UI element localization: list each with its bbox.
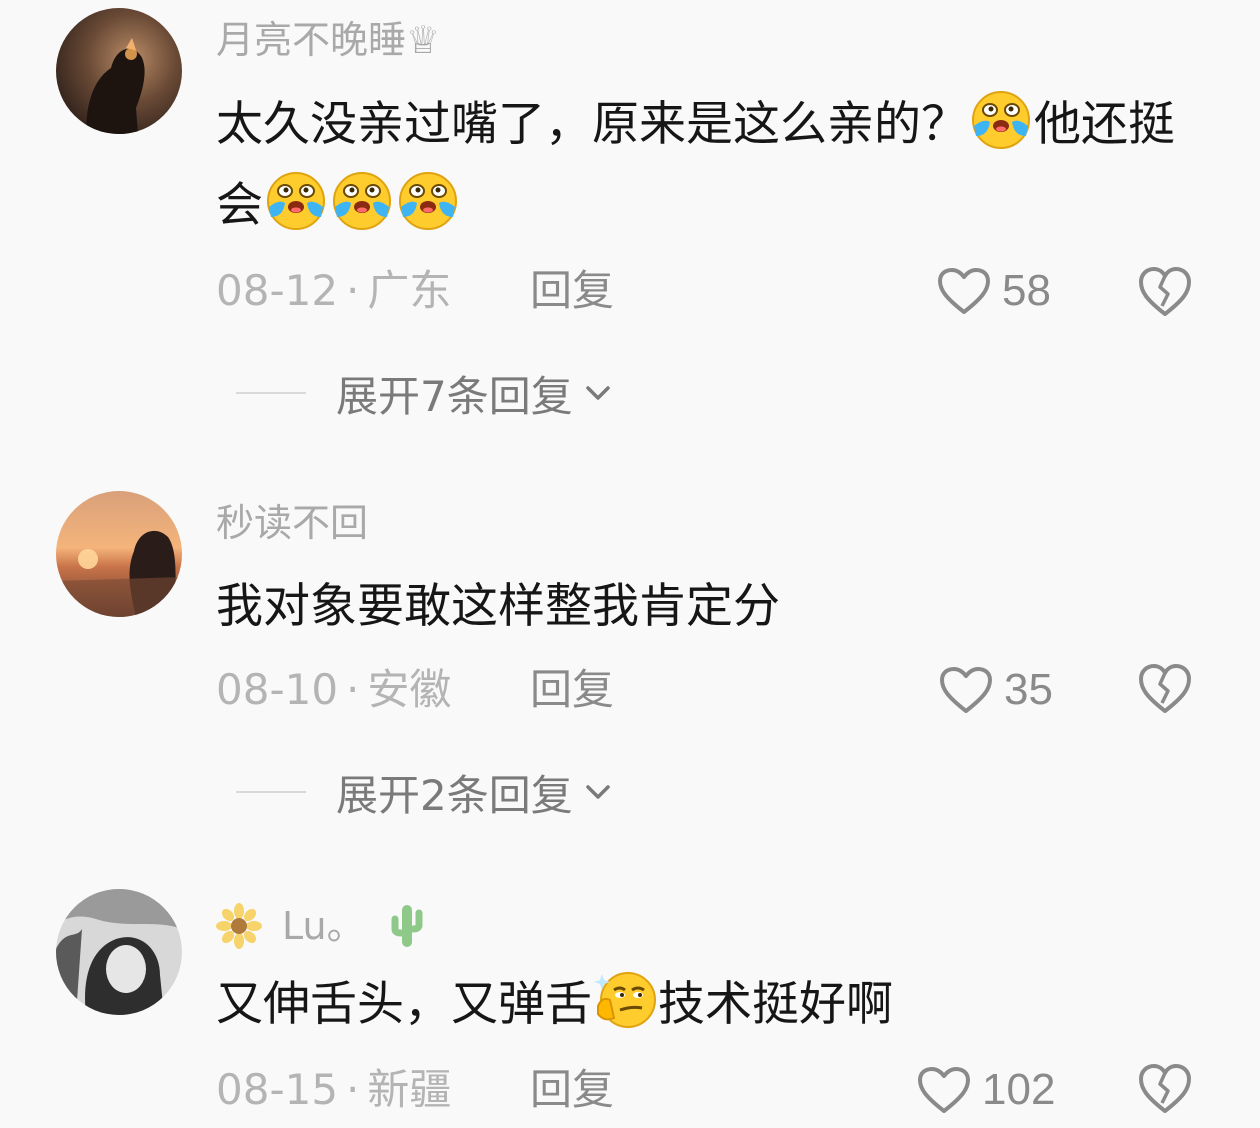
avatar[interactable] [56, 889, 182, 1015]
like-button[interactable]: 35 [938, 662, 1053, 718]
broken-heart-icon [1136, 1060, 1194, 1116]
divider-line [236, 392, 306, 394]
crown-badge-icon: ♕ [406, 18, 441, 62]
divider-line [236, 791, 306, 793]
expand-replies-label: 展开2条回复 [336, 770, 573, 820]
comment-meta: 08-12 · 广东 [216, 266, 452, 315]
dislike-button[interactable] [1136, 660, 1194, 716]
broken-heart-icon [1136, 263, 1194, 319]
comment-date: 08-10 [216, 665, 339, 714]
crying-emoji-icon [968, 86, 1034, 152]
username[interactable]: Lu。 [216, 901, 427, 951]
reply-button[interactable]: 回复 [530, 266, 614, 316]
crying-emoji-icon [329, 167, 395, 233]
like-count: 58 [1002, 266, 1051, 315]
expand-replies-button[interactable]: 展开2条回复 [236, 767, 613, 820]
dislike-button[interactable] [1136, 1060, 1194, 1116]
reply-button[interactable]: 回复 [530, 665, 614, 715]
like-count: 35 [1004, 665, 1053, 714]
crying-emoji-icon [263, 167, 329, 233]
like-count: 102 [982, 1065, 1056, 1114]
dislike-button[interactable] [1136, 263, 1194, 319]
heart-outline-icon [916, 1065, 972, 1115]
heart-outline-icon [936, 266, 992, 316]
like-button[interactable]: 102 [916, 1062, 1055, 1118]
comment-date: 08-12 [216, 266, 339, 315]
comment-text: 又伸舌头，又弹舌 技术挺好啊 [216, 964, 1206, 1045]
reply-button[interactable]: 回复 [530, 1065, 614, 1115]
like-button[interactable]: 58 [936, 263, 1051, 319]
comment-location: 新疆 [367, 1065, 452, 1114]
comment-date: 08-15 [216, 1065, 339, 1114]
comment-meta: 08-15 · 新疆 [216, 1065, 452, 1114]
broken-heart-icon [1136, 660, 1194, 716]
avatar[interactable] [56, 491, 182, 617]
expand-replies-button[interactable]: 展开7条回复 [236, 368, 613, 421]
avatar[interactable] [56, 8, 182, 134]
comment-text: 太久没亲过嘴了，原来是这么亲的？ 他还挺会 [216, 84, 1206, 246]
chevron-down-icon [583, 777, 613, 807]
smirk-emoji-icon [592, 966, 658, 1032]
sunflower-icon [216, 903, 262, 949]
heart-outline-icon [938, 665, 994, 715]
expand-replies-label: 展开7条回复 [336, 371, 573, 421]
comment-text: 我对象要敢这样整我肯定分 [216, 579, 780, 634]
comment-location: 广东 [367, 266, 452, 315]
username[interactable]: 秒读不回 [216, 501, 368, 545]
cactus-icon [391, 905, 423, 947]
comment-location: 安徽 [367, 665, 452, 714]
chevron-down-icon [583, 378, 613, 408]
comment-meta: 08-10 · 安徽 [216, 665, 452, 714]
username[interactable]: 月亮不晚睡♕ [216, 18, 440, 62]
crying-emoji-icon [395, 167, 461, 233]
